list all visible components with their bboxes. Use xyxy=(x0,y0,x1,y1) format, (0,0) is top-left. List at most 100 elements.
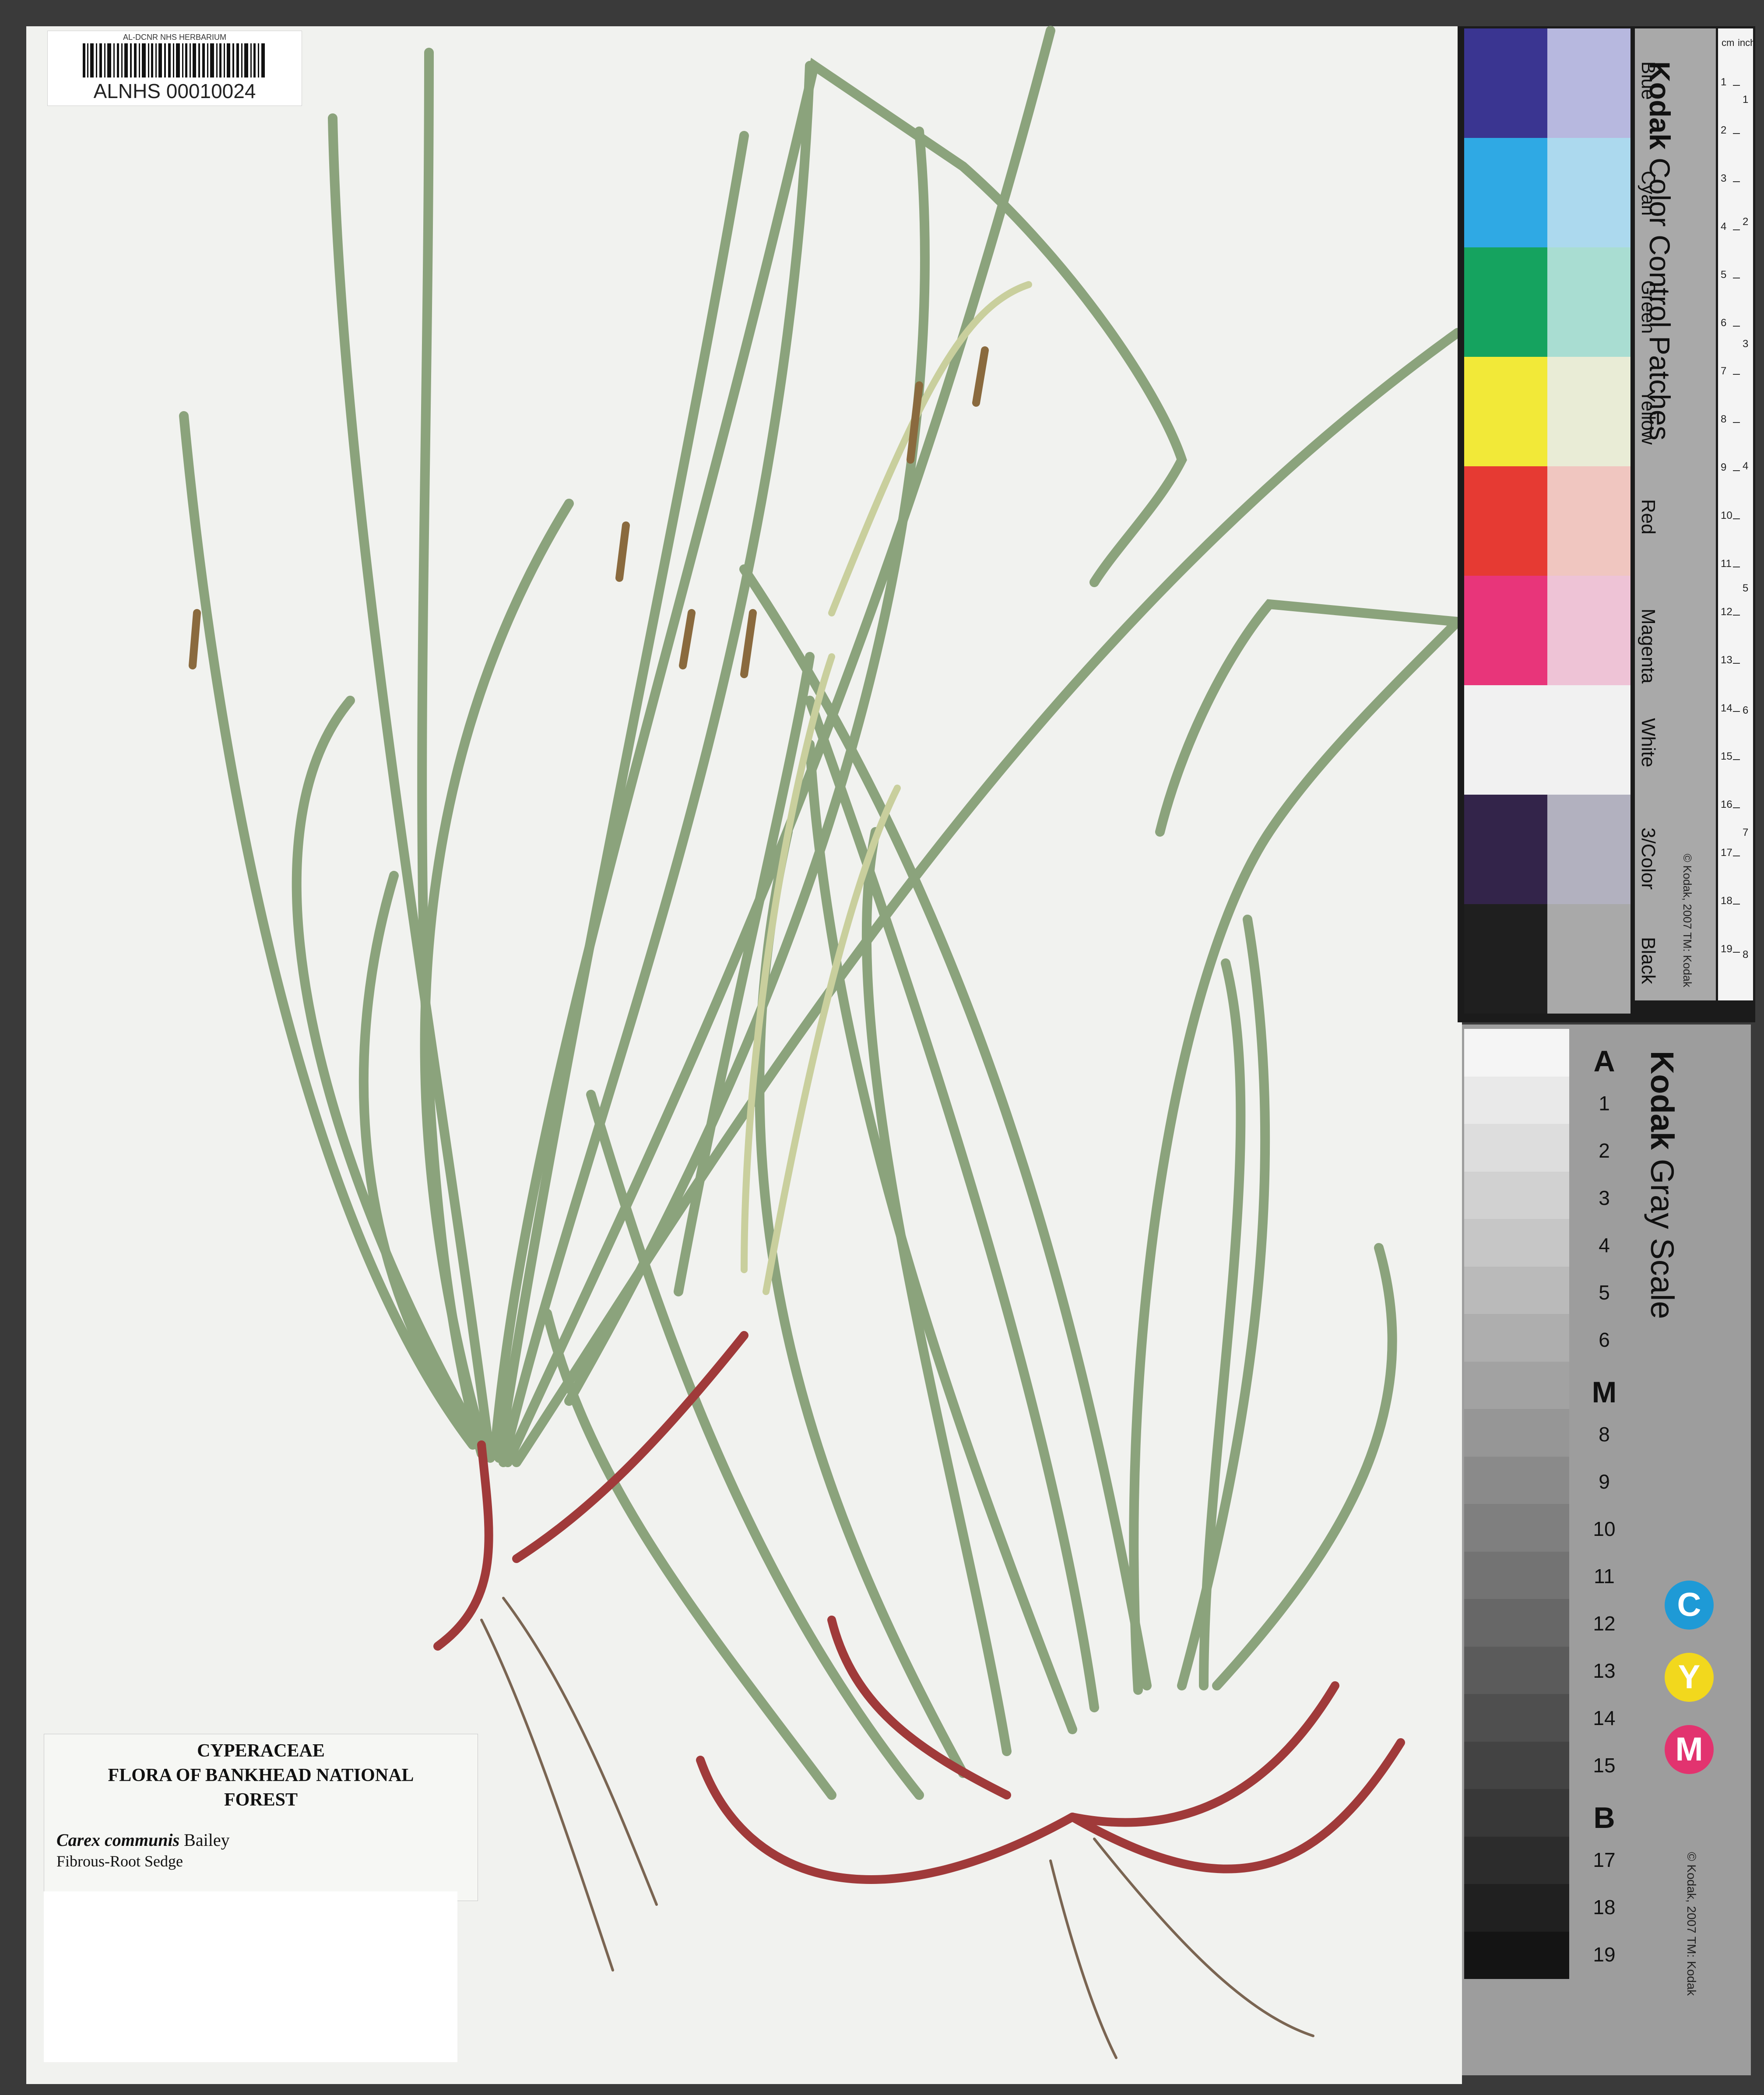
gray-step-label: 18 xyxy=(1593,1896,1616,1919)
patch-light xyxy=(1547,28,1630,138)
specimen-label: CYPERACEAE FLORA OF BANKHEAD NATIONAL FO… xyxy=(44,1734,478,1901)
gray-step-label: B xyxy=(1593,1801,1615,1834)
ruler-cm-label: 6 xyxy=(1721,317,1726,329)
color-card-title: Kodak Color Control Patches xyxy=(1643,61,1676,440)
patch-row-black xyxy=(1464,904,1630,1014)
gray-step-label: 11 xyxy=(1594,1565,1615,1588)
patch-light xyxy=(1547,466,1630,576)
gray-step xyxy=(1464,1409,1569,1457)
patch-row-yellow xyxy=(1464,357,1630,466)
ruler-cm-label: 18 xyxy=(1721,895,1732,907)
patch-light xyxy=(1547,685,1630,795)
gray-step-label: 5 xyxy=(1599,1281,1610,1304)
gray-step-label: 19 xyxy=(1593,1943,1616,1966)
ruler-cm-label: 12 xyxy=(1721,606,1732,618)
gray-step-label: 13 xyxy=(1593,1659,1616,1682)
species-name: Carex communis xyxy=(56,1830,180,1850)
gray-step-label: 9 xyxy=(1599,1470,1610,1493)
patch-label: Magenta xyxy=(1637,609,1659,684)
ruler-inch-label: 1 xyxy=(1743,94,1748,106)
patch-light xyxy=(1547,795,1630,904)
gray-step xyxy=(1464,1741,1569,1789)
species-line: Carex communis Bailey xyxy=(56,1830,478,1850)
patch-dark xyxy=(1464,357,1547,466)
gray-step xyxy=(1464,1361,1569,1409)
patch-row-3-color xyxy=(1464,795,1630,904)
ruler-cm-label: 10 xyxy=(1721,510,1732,521)
herbarium-name: AL-DCNR NHS HERBARIUM xyxy=(123,33,227,42)
family-name: CYPERACEAE xyxy=(197,1741,325,1761)
ruler-cm-label: 3 xyxy=(1721,173,1726,184)
patch-light xyxy=(1547,904,1630,1014)
gray-step-label: 4 xyxy=(1599,1234,1610,1257)
gray-scale-steps xyxy=(1464,1029,1569,1979)
gray-step xyxy=(1464,1076,1569,1124)
patch-label: Blue xyxy=(1637,61,1659,100)
gray-step xyxy=(1464,1884,1569,1932)
patch-light xyxy=(1547,247,1630,357)
ruler-inch-label: 8 xyxy=(1743,949,1748,961)
patch-row-white xyxy=(1464,685,1630,795)
ruler-cm-label: 8 xyxy=(1721,413,1726,425)
gray-scale-title: Kodak Gray Scale xyxy=(1644,1051,1681,1319)
patch-dark xyxy=(1464,685,1547,795)
ruler-cm-label: 7 xyxy=(1721,365,1726,377)
ruler-cm-label: 11 xyxy=(1721,558,1732,570)
ruler-unit-inches: inches xyxy=(1738,37,1753,48)
gray-step xyxy=(1464,1694,1569,1742)
gray-step-label: 17 xyxy=(1593,1849,1616,1871)
patch-label: 3/Color xyxy=(1637,827,1659,890)
green-leaves xyxy=(179,26,1469,1800)
gray-scale-copyright: © Kodak, 2007 TM: Kodak xyxy=(1685,1852,1698,1996)
gray-step xyxy=(1464,1599,1569,1647)
gray-step xyxy=(1464,1029,1569,1077)
ruler-cm-label: 9 xyxy=(1721,461,1726,473)
patch-dark xyxy=(1464,795,1547,904)
gray-step xyxy=(1464,1646,1569,1694)
barcode xyxy=(83,43,265,77)
gray-step-label: 14 xyxy=(1593,1707,1616,1729)
patch-light xyxy=(1547,357,1630,466)
gray-step-label: M xyxy=(1592,1376,1617,1409)
ruler-cm-label: 13 xyxy=(1721,654,1732,666)
ruler-cm-label: 16 xyxy=(1721,799,1732,810)
gray-step xyxy=(1464,1219,1569,1267)
ruler-cm-label: 2 xyxy=(1721,124,1726,136)
redacted-area xyxy=(44,1891,457,2062)
flora-title: FLORA OF BANKHEAD NATIONAL FOREST xyxy=(108,1765,414,1810)
gray-step xyxy=(1464,1789,1569,1837)
ruler-inch-label: 5 xyxy=(1743,582,1748,594)
patch-light xyxy=(1547,576,1630,685)
gray-step xyxy=(1464,1836,1569,1884)
patch-dark xyxy=(1464,904,1547,1014)
ruler-cm-label: 17 xyxy=(1721,847,1732,859)
gray-step-label: 10 xyxy=(1593,1518,1616,1540)
patch-row-magenta xyxy=(1464,576,1630,685)
ruler-cm-label: 5 xyxy=(1721,269,1726,281)
patch-row-green xyxy=(1464,247,1630,357)
gray-step xyxy=(1464,1504,1569,1552)
ruler-cm-label: 14 xyxy=(1721,702,1732,714)
patch-label: Red xyxy=(1637,499,1659,535)
gray-step-label: 6 xyxy=(1599,1328,1610,1351)
gray-step-label: 3 xyxy=(1599,1187,1610,1209)
ruler-inch-label: 2 xyxy=(1743,216,1748,228)
ruler-inch-label: 4 xyxy=(1743,460,1748,472)
gray-step-label: 15 xyxy=(1593,1754,1616,1777)
gray-scale-brand: Kodak xyxy=(1644,1051,1680,1150)
cym-dot-m: M xyxy=(1665,1725,1714,1774)
ruler-cm-label: 19 xyxy=(1721,943,1732,955)
gray-step xyxy=(1464,1266,1569,1314)
cym-dot-y: Y xyxy=(1665,1653,1714,1702)
gray-step-label: 2 xyxy=(1599,1139,1610,1162)
gray-step-label: 8 xyxy=(1599,1423,1610,1446)
gray-step-label: 1 xyxy=(1599,1092,1610,1115)
ruler-cm-label: 1 xyxy=(1721,76,1726,88)
gray-scale-title-text: Gray Scale xyxy=(1644,1158,1680,1319)
patch-row-cyan xyxy=(1464,138,1630,247)
patch-light xyxy=(1547,138,1630,247)
patch-dark xyxy=(1464,247,1547,357)
patch-label: Green xyxy=(1637,280,1659,334)
ruler-unit-cm: cm xyxy=(1722,37,1734,48)
barcode-label: AL-DCNR NHS HERBARIUM ALNHS 00010024 xyxy=(47,31,302,106)
